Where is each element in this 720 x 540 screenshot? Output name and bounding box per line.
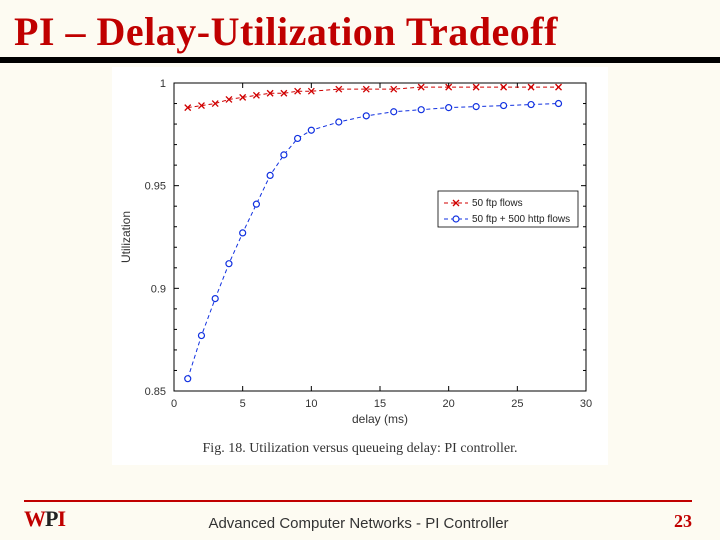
svg-text:0.9: 0.9 — [151, 283, 166, 295]
svg-text:10: 10 — [305, 398, 317, 410]
svg-text:30: 30 — [580, 398, 592, 410]
page-number: 23 — [652, 511, 692, 532]
footer-text: Advanced Computer Networks - PI Controll… — [65, 515, 652, 532]
svg-text:0: 0 — [171, 398, 177, 410]
chart-container: 0 5 10 15 20 25 30 0.85 0.9 0.95 1 delay (ms) Utiliz… — [112, 67, 608, 465]
svg-text:5: 5 — [240, 398, 246, 410]
slide-title: PI – Delay-Utilization Tradeoff — [0, 0, 720, 57]
svg-text:50 ftp flows: 50 ftp flows — [472, 198, 523, 209]
slide-footer: WPI Advanced Computer Networks - PI Cont… — [0, 500, 720, 540]
svg-text:25: 25 — [511, 398, 523, 410]
svg-text:20: 20 — [443, 398, 455, 410]
svg-text:50 ftp + 500 http flows: 50 ftp + 500 http flows — [472, 214, 570, 225]
title-underline — [0, 57, 720, 63]
footer-rule — [24, 500, 692, 502]
chart-caption: Fig. 18. Utilization versus queueing del… — [112, 437, 608, 457]
svg-text:15: 15 — [374, 398, 386, 410]
svg-text:delay (ms): delay (ms) — [352, 412, 408, 426]
svg-text:0.85: 0.85 — [145, 386, 166, 398]
utilization-chart: 0 5 10 15 20 25 30 0.85 0.9 0.95 1 delay (ms) Utiliz… — [112, 67, 608, 437]
svg-text:1: 1 — [160, 78, 166, 90]
wpi-logo: WPI — [24, 506, 65, 532]
svg-text:Utilization: Utilization — [119, 211, 133, 263]
svg-text:0.95: 0.95 — [145, 181, 166, 193]
